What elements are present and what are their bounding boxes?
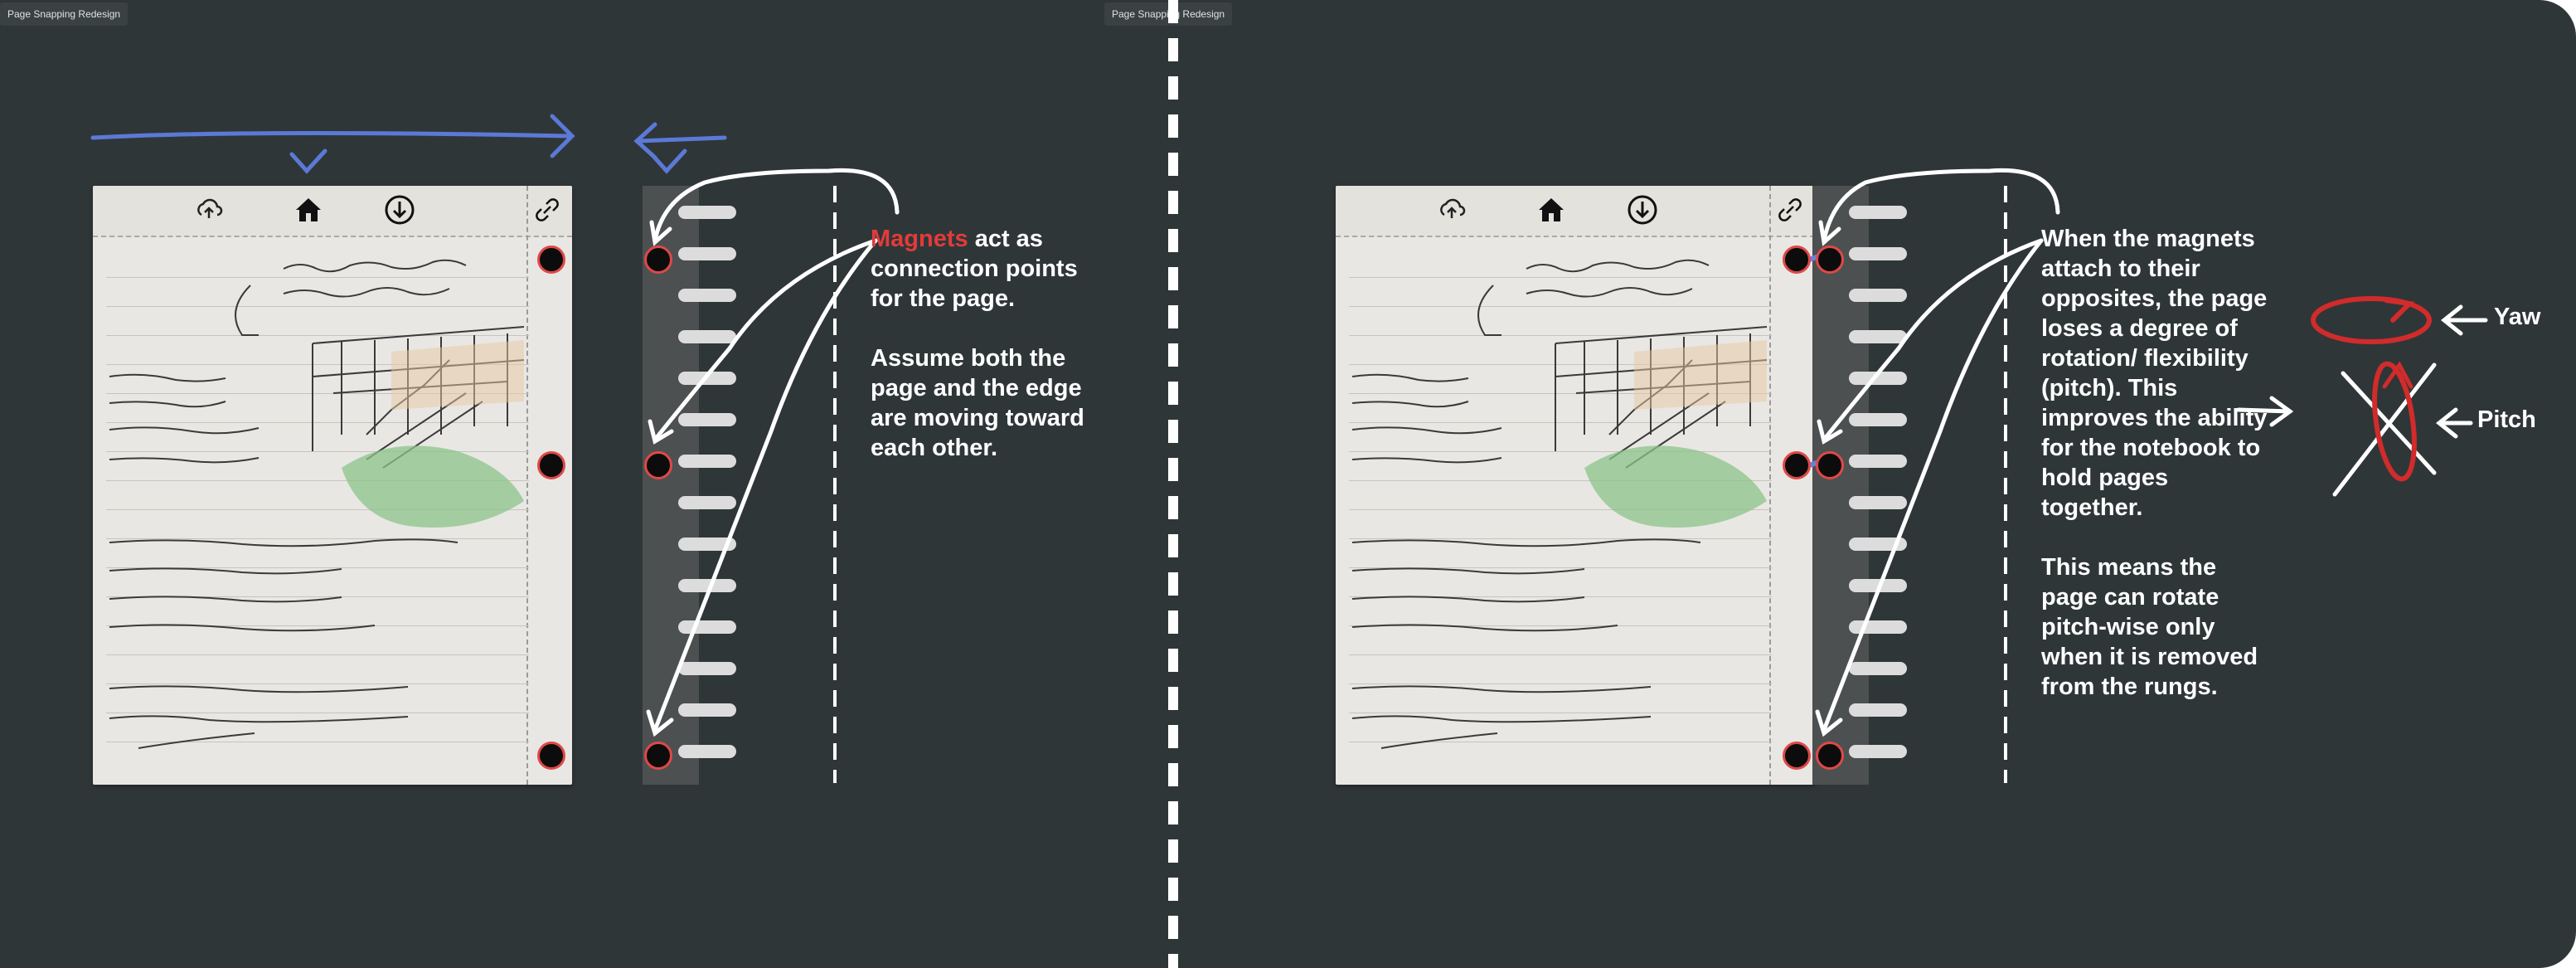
yaw-label: Yaw xyxy=(2494,304,2541,330)
rotation-diagram xyxy=(2236,296,2488,497)
design-canvas: Page Snapping Redesign Page Snapping Red… xyxy=(0,0,2576,968)
pitch-label: Pitch xyxy=(2477,406,2536,433)
